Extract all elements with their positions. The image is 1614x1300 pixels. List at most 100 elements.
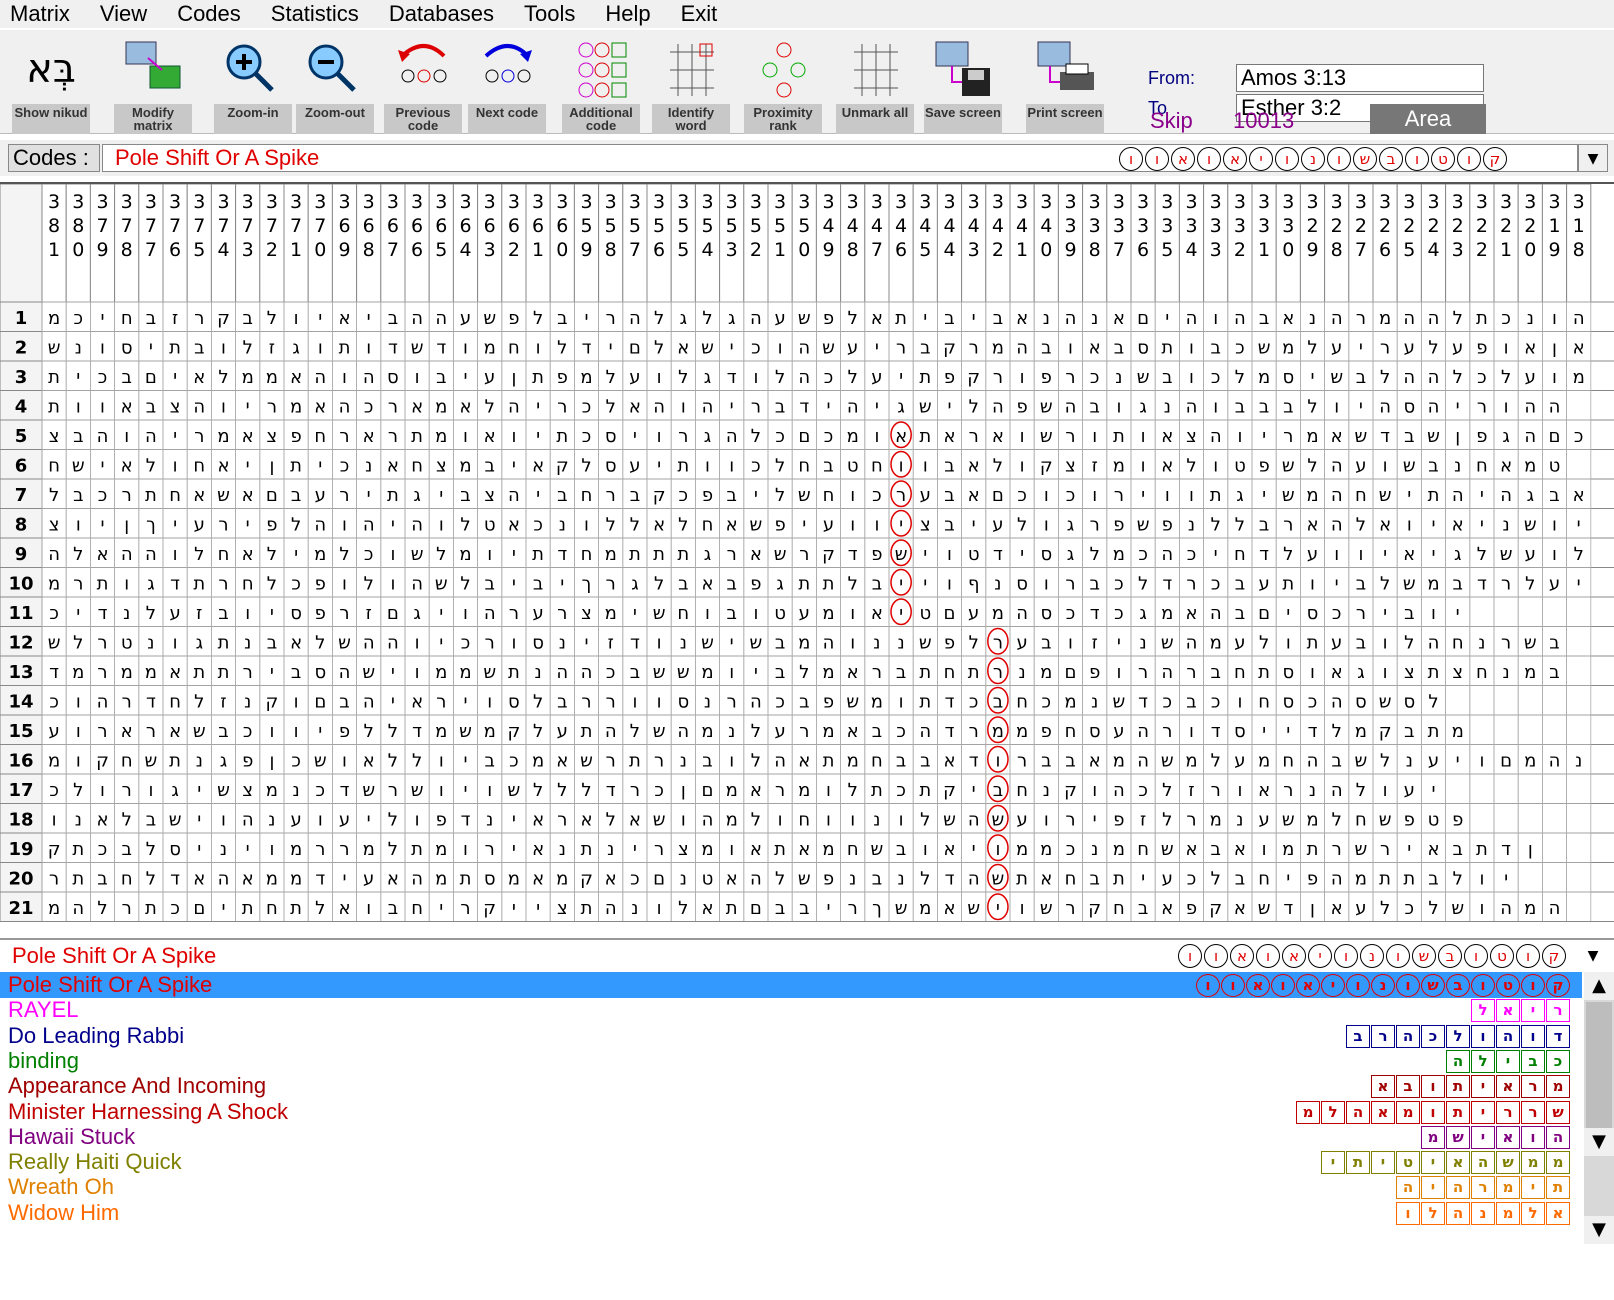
matrix-letter[interactable]: א [968,455,980,476]
matrix-letter[interactable]: ל [1428,898,1438,919]
matrix-letter[interactable]: ה [1065,396,1077,417]
matrix-letter[interactable]: י [512,544,516,565]
matrix-letter[interactable]: ב [1065,750,1075,771]
matrix-letter[interactable]: ה [97,426,109,447]
matrix-letter[interactable]: י [584,308,588,329]
matrix-letter[interactable]: ש [1161,632,1174,653]
matrix-letter[interactable]: ד [945,721,955,742]
matrix-letter[interactable]: מ [1185,750,1197,771]
matrix-letter[interactable]: ו [1213,455,1218,476]
matrix-letter[interactable]: ו [390,544,395,565]
matrix-letter[interactable]: פ [1113,809,1124,830]
matrix-letter[interactable]: ל [1501,367,1511,388]
matrix-letter[interactable]: ב [1259,514,1269,535]
matrix-letter[interactable]: ל [630,514,640,535]
matrix-letter[interactable]: ה [1524,396,1536,417]
matrix-letter[interactable]: א [484,426,496,447]
matrix-letter[interactable]: ס [1234,721,1246,742]
matrix-letter[interactable]: ת [290,898,302,919]
matrix-letter[interactable]: ב [775,662,785,683]
matrix-letter[interactable]: ו [995,839,1000,860]
matrix-letter[interactable]: ה [605,898,617,919]
matrix-letter[interactable]: ב [630,662,640,683]
matrix-letter[interactable]: ל [485,396,495,417]
matrix-letter[interactable]: ב [993,780,1003,801]
matrix-letter[interactable]: מ [1573,367,1585,388]
matrix-letter[interactable]: ב [726,485,736,506]
matrix-letter[interactable]: ב [944,514,954,535]
matrix-letter[interactable]: ו [1141,426,1146,447]
matrix-letter[interactable]: ו [899,455,904,476]
matrix-letter[interactable]: א [242,544,254,565]
matrix-letter[interactable]: א [701,898,713,919]
matrix-letter[interactable]: א [1452,514,1464,535]
matrix-letter[interactable]: ו [778,809,783,830]
matrix-letter[interactable]: ו [511,632,516,653]
matrix-letter[interactable]: ש [1040,426,1053,447]
matrix-letter[interactable]: מ [1258,367,1270,388]
matrix-letter[interactable]: ם [1549,426,1561,447]
matrix-letter[interactable]: ר [872,662,882,683]
matrix-letter[interactable]: נ [994,573,1001,594]
matrix-letter[interactable]: ה [702,396,714,417]
matrix-letter[interactable]: ח [242,573,254,594]
matrix-letter[interactable]: ג [292,337,299,358]
matrix-letter[interactable]: ב [484,455,494,476]
matrix-letter[interactable]: ל [49,485,59,506]
matrix-letter[interactable]: א [96,544,108,565]
matrix-letter[interactable]: ח [871,750,883,771]
matrix-letter[interactable]: ל [654,337,664,358]
matrix-letter[interactable]: ל [436,544,446,565]
matrix-letter[interactable]: ג [897,396,904,417]
matrix-letter[interactable]: ה [411,308,423,329]
matrix-letter[interactable]: ש [1282,485,1295,506]
matrix-letter[interactable]: ו [294,721,299,742]
matrix-letter[interactable]: ג [413,603,420,624]
matrix-letter[interactable]: ש [435,573,448,594]
matrix-letter[interactable]: כ [969,691,979,712]
matrix-letter[interactable]: ב [799,898,809,919]
matrix-letter[interactable]: ע [1452,337,1463,358]
matrix-letter[interactable]: ב [1089,868,1099,889]
matrix-letter[interactable]: ת [169,337,181,358]
matrix-letter[interactable]: ו [76,721,81,742]
matrix-letter[interactable]: ש [871,839,884,860]
matrix-letter[interactable]: ש [1161,750,1174,771]
matrix-letter[interactable]: ה [1549,396,1561,417]
matrix-letter[interactable]: ו [1504,337,1509,358]
matrix-letter[interactable]: ב [1404,721,1414,742]
matrix-letter[interactable]: ב [1452,573,1462,594]
matrix-letter[interactable]: ג [1139,396,1146,417]
matrix-letter[interactable]: נ [268,809,275,830]
matrix-letter[interactable]: ה [726,426,738,447]
matrix-letter[interactable]: צ [557,898,568,919]
matrix-letter[interactable]: ג [1067,514,1074,535]
matrix-letter[interactable]: ל [1162,809,1172,830]
matrix-letter[interactable]: ח [1355,809,1367,830]
matrix-letter[interactable]: ש [1451,898,1464,919]
matrix-letter[interactable]: ס [1282,367,1294,388]
matrix-letter[interactable]: ם [1065,662,1077,683]
matrix-letter[interactable]: ש [169,809,182,830]
matrix-letter[interactable]: מ [822,839,834,860]
matrix-letter[interactable]: י [463,780,467,801]
matrix-letter[interactable]: ה [605,721,617,742]
matrix-letter[interactable]: ג [704,426,711,447]
matrix-letter[interactable]: ה [1428,632,1440,653]
area-button[interactable]: Area [1370,104,1486,134]
matrix-letter[interactable]: ע [1234,632,1245,653]
matrix-letter[interactable]: כ [824,367,834,388]
matrix-letter[interactable]: ו [511,426,516,447]
matrix-letter[interactable]: מ [363,839,375,860]
matrix-letter[interactable]: ע [629,367,640,388]
matrix-letter[interactable]: ו [173,632,178,653]
matrix-letter[interactable]: ו [1552,544,1557,565]
matrix-letter[interactable]: ק [96,750,109,771]
matrix-letter[interactable]: ס [677,691,689,712]
matrix-letter[interactable]: י [294,544,298,565]
matrix-letter[interactable]: מ [1282,337,1294,358]
matrix-letter[interactable]: י [972,514,976,535]
matrix-letter[interactable]: מ [459,455,471,476]
matrix-letter[interactable]: ו [318,337,323,358]
matrix-letter[interactable]: ל [315,898,325,919]
